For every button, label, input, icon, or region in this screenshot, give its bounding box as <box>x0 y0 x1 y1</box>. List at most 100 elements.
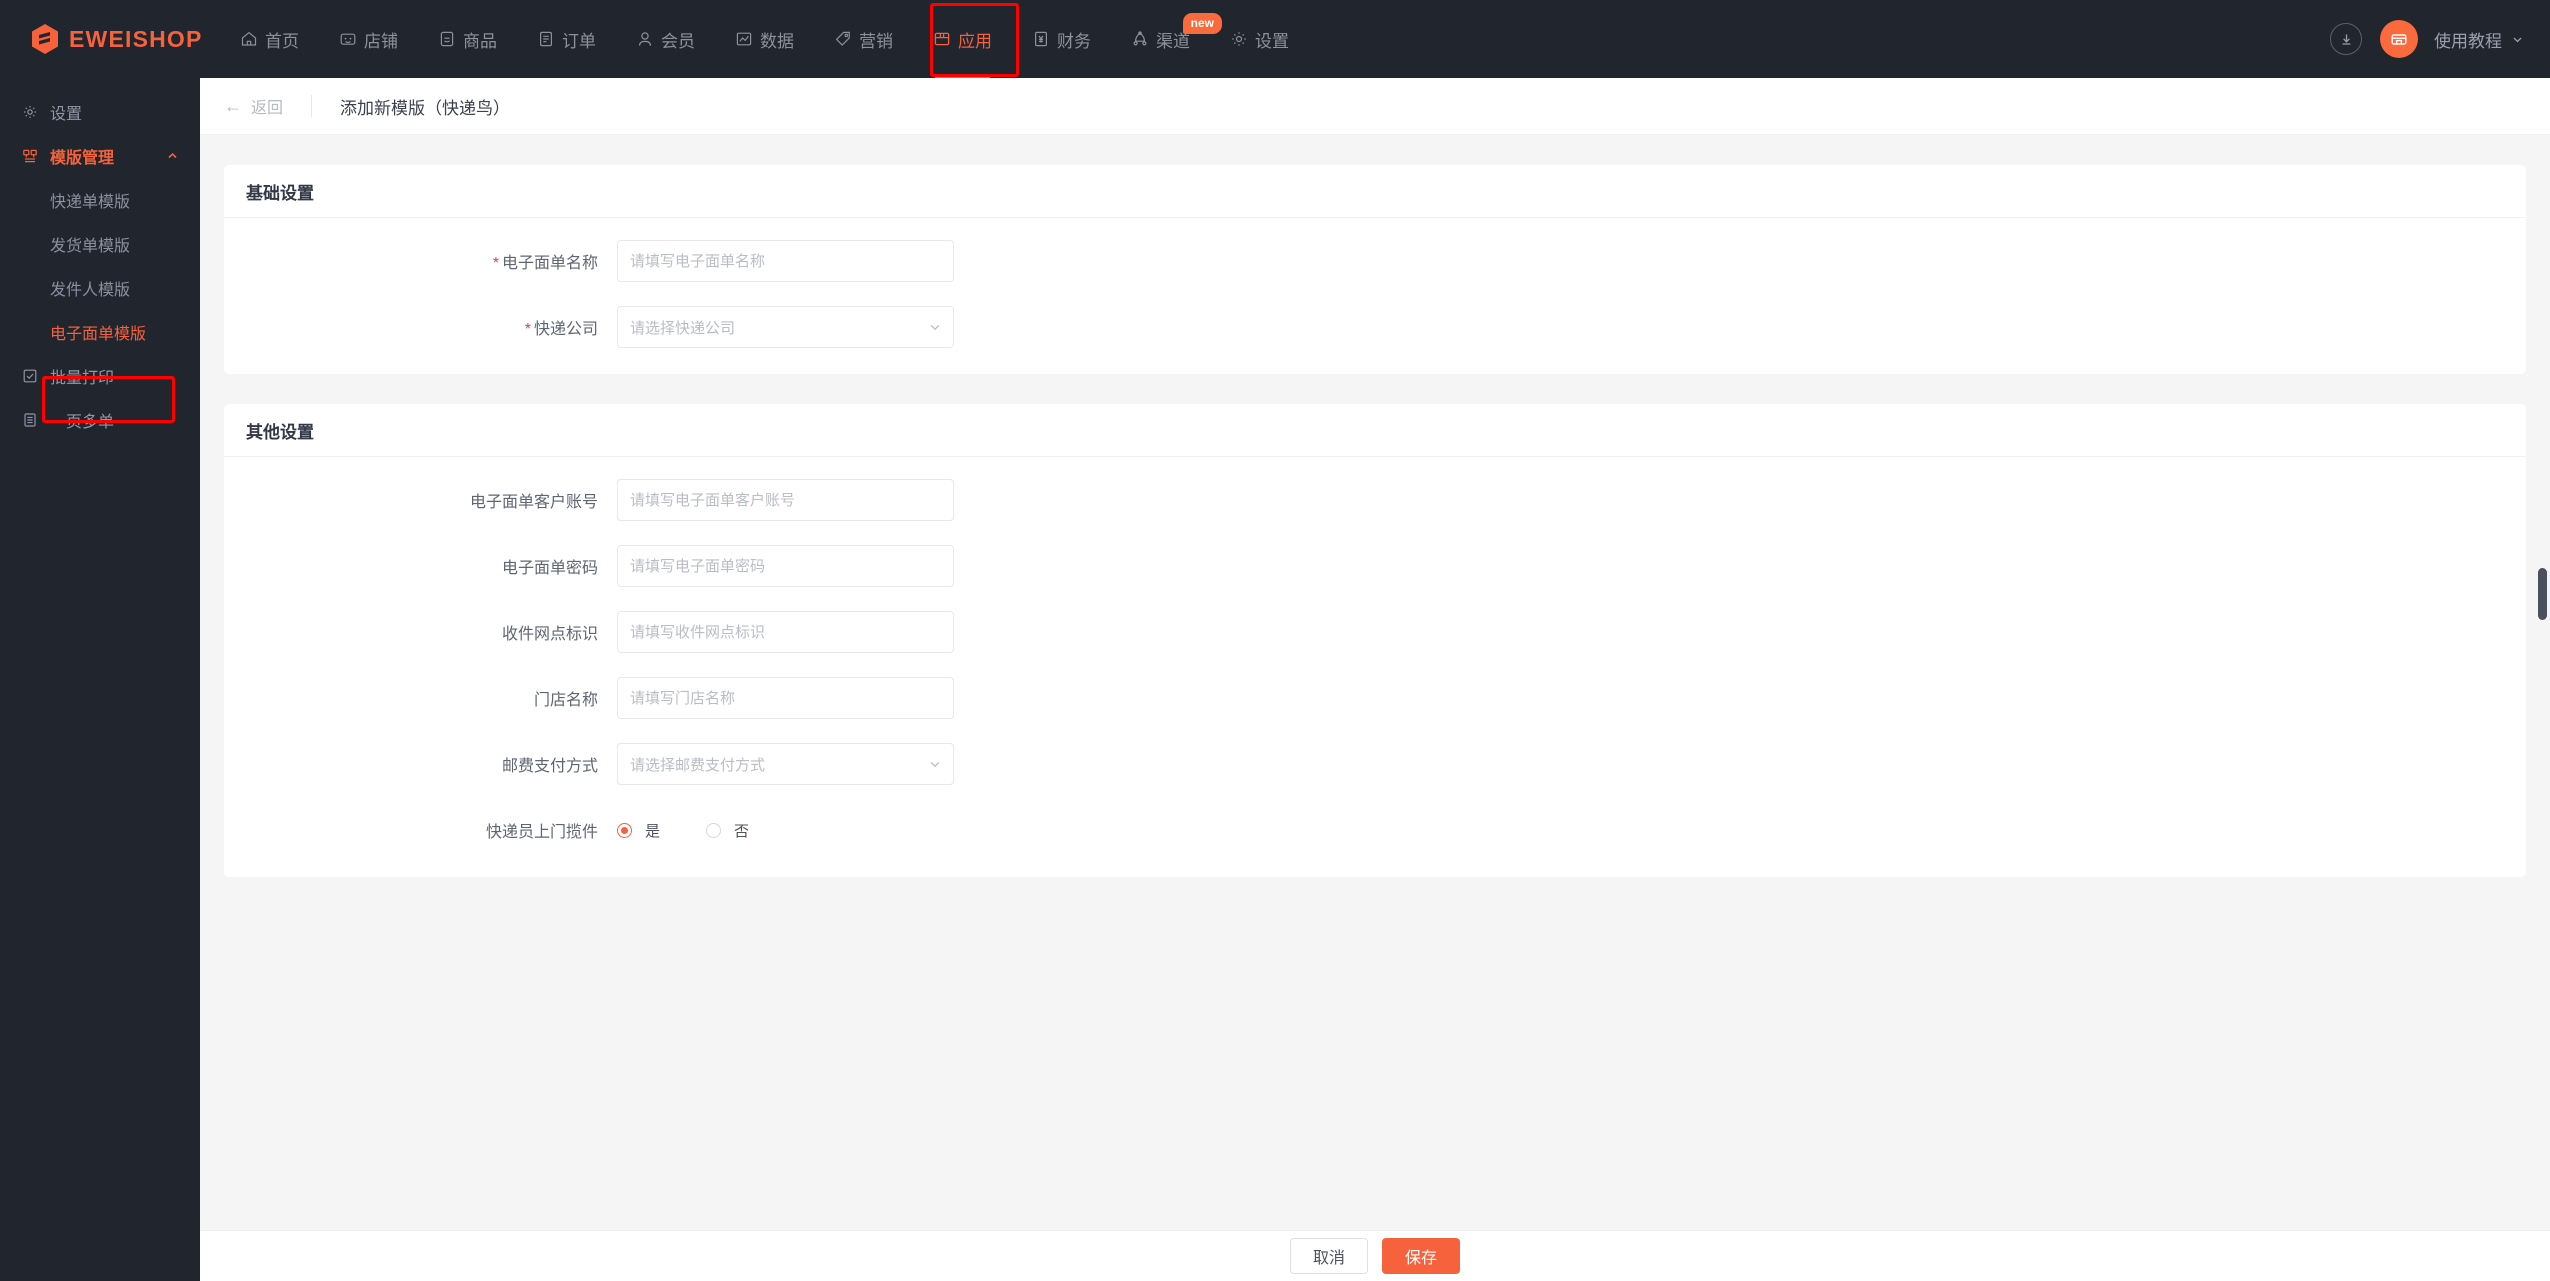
nav-label: 财务 <box>1057 31 1091 51</box>
field-label: 快递员上门揽件 <box>485 824 598 841</box>
gear-icon <box>22 104 38 120</box>
nav-label: 首页 <box>265 31 299 51</box>
sidebar-item-label: 发件人模版 <box>50 282 131 299</box>
sidebar-item-label: 模版管理 <box>50 150 115 167</box>
brand-logo[interactable]: EWEISHOP <box>30 23 220 55</box>
field-row-receiving-branch: 收件网点标识 <box>224 611 2526 653</box>
field-control <box>617 677 954 719</box>
nav-label: 数据 <box>760 31 794 51</box>
ewaybill-password-input[interactable] <box>617 545 954 587</box>
nav-item-member[interactable]: 会员 <box>616 0 715 78</box>
nav-item-goods[interactable]: 商品 <box>418 0 517 78</box>
nav-label: 商品 <box>463 31 497 51</box>
top-nav-right-actions: 使用教程 <box>2330 0 2524 78</box>
sidebar-item-multi-order-page[interactable]: 一页多单 <box>0 398 200 442</box>
finance-icon <box>1032 30 1050 48</box>
sidebar-item-shipping-template[interactable]: 发货单模版 <box>0 222 200 266</box>
sidebar-item-label: 批量打印 <box>50 370 115 387</box>
sidebar-item-ewaybill-template[interactable]: 电子面单模版 <box>0 310 200 354</box>
radio-option-no[interactable]: 否 <box>706 820 749 841</box>
nav-item-data[interactable]: 数据 <box>715 0 814 78</box>
tag-icon <box>834 30 852 48</box>
top-nav-items: 首页 店铺 商品 订单 会员 数据 营销 应用 财务 渠道 new 设置 <box>220 0 1309 78</box>
radio-dot-icon <box>617 822 632 838</box>
nav-label: 营销 <box>859 31 893 51</box>
nav-item-shop[interactable]: 店铺 <box>319 0 418 78</box>
field-row-ewaybill-name: * 电子面单名称 <box>224 240 2526 282</box>
sidebar-item-batch-print[interactable]: 批量打印 <box>0 354 200 398</box>
page-title: 添加新模版（快递鸟） <box>340 98 511 118</box>
nav-item-settings[interactable]: 设置 <box>1210 0 1309 78</box>
basic-settings-card: 基础设置 *电子面单名称 *快递公司 请选择快递公司 <box>224 165 2526 374</box>
avatar[interactable] <box>2380 20 2418 58</box>
radio-label: 否 <box>734 822 750 840</box>
field-label: 门店名称 <box>533 692 598 709</box>
save-button[interactable]: 保存 <box>1382 1238 1461 1274</box>
home-icon <box>240 30 258 48</box>
field-label-text: 电子面单名称 <box>501 255 598 272</box>
nav-label: 设置 <box>1255 31 1289 51</box>
store-name-input[interactable] <box>617 677 954 719</box>
radio-dot-icon <box>706 822 722 838</box>
sidebar-item-sender-template[interactable]: 发件人模版 <box>0 266 200 310</box>
nav-label: 订单 <box>562 31 596 51</box>
express-company-select[interactable]: 请选择快递公司 <box>617 306 954 348</box>
postage-payment-select[interactable]: 请选择邮费支付方式 <box>617 743 954 785</box>
ewaybill-name-input[interactable] <box>617 240 954 282</box>
field-control <box>617 479 954 521</box>
field-control: 请选择快递公司 <box>617 306 954 348</box>
field-label: * 电子面单名称 <box>224 249 617 273</box>
sidebar-item-settings[interactable]: 设置 <box>0 90 200 134</box>
field-row-customer-account: 电子面单客户账号 <box>224 479 2526 521</box>
back-button[interactable]: ← 返回 <box>224 94 283 118</box>
download-circle-icon[interactable] <box>2330 23 2362 55</box>
field-control <box>617 240 954 282</box>
field-row-courier-pickup: 快递员上门揽件 是 否 <box>224 809 2526 851</box>
other-settings-card: 其他设置 电子面单客户账号 电子面单密码 收件网点标识 <box>224 404 2526 877</box>
tutorial-label: 使用教程 <box>2434 31 2502 51</box>
app-box-icon <box>933 30 951 48</box>
nav-item-order[interactable]: 订单 <box>517 0 616 78</box>
other-settings-body: 电子面单客户账号 电子面单密码 收件网点标识 门店名称 <box>224 457 2526 877</box>
field-label: * 快递公司 <box>224 315 617 339</box>
required-marker: * <box>524 321 531 338</box>
chart-icon <box>735 30 753 48</box>
nav-item-channel[interactable]: 渠道 new <box>1111 0 1222 78</box>
nav-label: 会员 <box>661 31 695 51</box>
nav-item-marketing[interactable]: 营销 <box>814 0 913 78</box>
field-control: 请选择邮费支付方式 <box>617 743 954 785</box>
field-row-password: 电子面单密码 <box>224 545 2526 587</box>
sidebar-item-express-template[interactable]: 快递单模版 <box>0 178 200 222</box>
tutorial-menu[interactable]: 使用教程 <box>2434 27 2524 52</box>
radio-option-yes[interactable]: 是 <box>617 820 660 841</box>
print-icon <box>22 368 38 384</box>
member-icon <box>636 30 654 48</box>
field-control <box>617 545 954 587</box>
gear-icon <box>1230 30 1248 48</box>
nav-label: 店铺 <box>364 31 398 51</box>
sidebar-item-label: 一页多单 <box>50 414 115 431</box>
hexagon-logo-icon <box>30 23 60 55</box>
sidebar-item-label: 发货单模版 <box>50 238 131 255</box>
nav-item-home[interactable]: 首页 <box>220 0 319 78</box>
order-icon <box>537 30 555 48</box>
cancel-button[interactable]: 取消 <box>1289 1238 1368 1274</box>
sidebar-item-label: 电子面单模版 <box>50 326 147 343</box>
sidebar-group-template-management[interactable]: 模版管理 <box>0 134 200 178</box>
field-row-postage-payment: 邮费支付方式 请选择邮费支付方式 <box>224 743 2526 785</box>
chevron-up-icon <box>167 151 178 162</box>
field-control <box>617 611 954 653</box>
field-row-express-company: * 快递公司 请选择快递公司 <box>224 306 2526 348</box>
nav-item-application[interactable]: 应用 <box>913 0 1012 78</box>
field-row-store-name: 门店名称 <box>224 677 2526 719</box>
receiving-branch-code-input[interactable] <box>617 611 954 653</box>
field-label: 邮费支付方式 <box>501 758 598 775</box>
ewaybill-customer-account-input[interactable] <box>617 479 954 521</box>
scrollbar-thumb[interactable] <box>2538 568 2547 620</box>
radio-label: 是 <box>645 822 661 840</box>
arrow-left-icon: ← <box>224 96 242 116</box>
nav-item-finance[interactable]: 财务 <box>1012 0 1111 78</box>
other-settings-title: 其他设置 <box>224 404 2526 457</box>
shop-icon <box>339 30 357 48</box>
back-label: 返回 <box>251 100 284 117</box>
